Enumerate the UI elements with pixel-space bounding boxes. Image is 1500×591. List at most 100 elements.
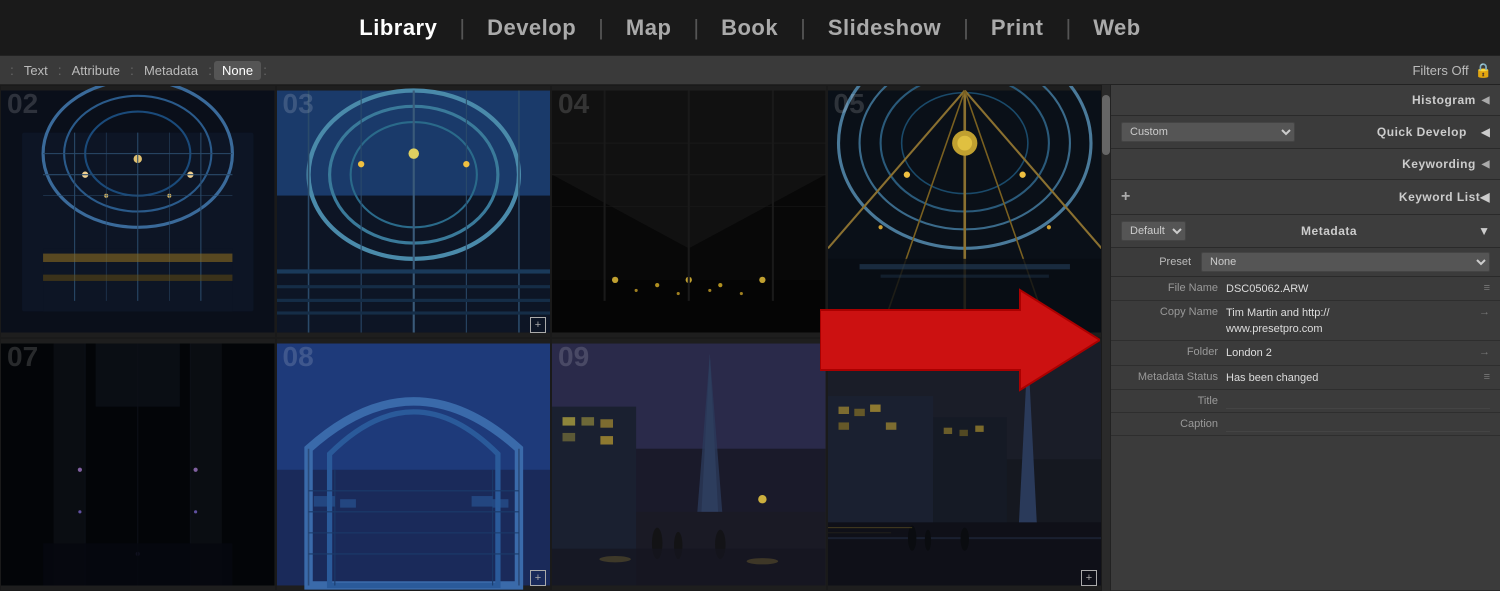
metadata-header-left: Default xyxy=(1121,221,1186,241)
add-to-stack-icon-10[interactable]: + xyxy=(1081,570,1097,586)
grid-cell-04[interactable]: 04 xyxy=(551,85,827,338)
nav-book[interactable]: Book xyxy=(699,15,800,41)
grid-cell-02[interactable]: 02 xyxy=(0,85,276,338)
quick-develop-row: Custom Quick Develop ◀ xyxy=(1111,116,1500,148)
cell-number-04: 04 xyxy=(558,90,589,118)
filter-div-3: : xyxy=(130,62,134,78)
photo-03 xyxy=(277,86,551,337)
cell-number-07: 07 xyxy=(7,343,38,371)
preset-select[interactable]: None xyxy=(1201,252,1490,272)
cell-number-08: 08 xyxy=(283,343,314,371)
add-to-stack-icon-03[interactable]: + xyxy=(530,317,546,333)
cell-number-02: 02 xyxy=(7,90,38,118)
filter-text[interactable]: Text xyxy=(16,61,56,80)
photo-07 xyxy=(1,339,275,590)
keywording-label: Keywording xyxy=(1402,157,1476,171)
filter-none[interactable]: None xyxy=(214,61,261,80)
folder-icon[interactable]: → xyxy=(1479,344,1490,358)
caption-label: Caption xyxy=(1121,416,1226,430)
histogram-header[interactable]: Histogram ◀ xyxy=(1111,85,1500,115)
title-value[interactable] xyxy=(1226,393,1490,409)
filter-attribute[interactable]: Attribute xyxy=(64,61,128,80)
metadata-status-icon[interactable]: ≡ xyxy=(1484,369,1490,383)
photo-grid: 02 xyxy=(0,85,1102,591)
nav-print[interactable]: Print xyxy=(969,15,1066,41)
nav-slideshow[interactable]: Slideshow xyxy=(806,15,963,41)
quick-develop-preset-select[interactable]: Custom xyxy=(1121,122,1295,142)
keywording-triangle: ◀ xyxy=(1482,159,1490,170)
caption-row: Caption xyxy=(1111,413,1500,436)
metadata-section: Default Metadata ▼ Preset None File Name… xyxy=(1111,215,1500,591)
filter-div-4: : xyxy=(208,62,212,78)
keywording-section: Keywording ◀ xyxy=(1111,149,1500,180)
nav-library[interactable]: Library xyxy=(337,15,459,41)
nav-map[interactable]: Map xyxy=(604,15,694,41)
cell-number-05: 05 xyxy=(834,90,865,118)
right-panel: Histogram ◀ Custom Quick Develop ◀ Keywo… xyxy=(1110,85,1500,591)
histogram-section: Histogram ◀ xyxy=(1111,85,1500,116)
metadata-label: Metadata xyxy=(1301,224,1357,238)
filters-off: Filters Off 🔒 xyxy=(1412,62,1492,79)
filename-row: File Name DSC05062.ARW ≡ xyxy=(1111,277,1500,301)
copyname-value: Tim Martin and http:// www.presetpro.com xyxy=(1226,304,1475,337)
grid-row-1: 02 xyxy=(0,85,1102,338)
grid-cell-05[interactable]: 05 xyxy=(827,85,1103,338)
metadata-triangle: ▼ xyxy=(1478,224,1490,238)
grid-scrollbar[interactable] xyxy=(1102,85,1110,591)
filter-bar: : Text : Attribute : Metadata : None : F… xyxy=(0,55,1500,85)
cell-number-03: 03 xyxy=(283,90,314,118)
folder-label: Folder xyxy=(1121,344,1226,358)
keyword-list-section: + Keyword List ◀ xyxy=(1111,180,1500,215)
grid-cell-10[interactable]: 10 xyxy=(827,338,1103,591)
title-label: Title xyxy=(1121,393,1226,407)
filter-metadata[interactable]: Metadata xyxy=(136,61,206,80)
metadata-status-row: Metadata Status Has been changed ≡ xyxy=(1111,366,1500,390)
preset-row: Preset None xyxy=(1111,248,1500,277)
grid-row-2: 07 xyxy=(0,338,1102,591)
filter-div-5: : xyxy=(263,62,267,78)
keyword-list-label: Keyword List xyxy=(1399,190,1480,204)
grid-cell-07[interactable]: 07 xyxy=(0,338,276,591)
keyword-list-plus[interactable]: + xyxy=(1121,188,1131,206)
filename-label: File Name xyxy=(1121,280,1226,294)
filename-icon[interactable]: ≡ xyxy=(1484,280,1490,294)
cell-number-10: 10 xyxy=(834,343,865,371)
quick-develop-label: Quick Develop xyxy=(1303,125,1467,139)
cell-number-09: 09 xyxy=(558,343,589,371)
metadata-view-select[interactable]: Default xyxy=(1121,221,1186,241)
photo-02 xyxy=(1,86,275,337)
quick-develop-triangle: ◀ xyxy=(1481,125,1490,139)
scrollbar-thumb[interactable] xyxy=(1102,95,1110,155)
copyname-row: Copy Name Tim Martin and http:// www.pre… xyxy=(1111,301,1500,341)
copyname-label: Copy Name xyxy=(1121,304,1226,318)
grid-cell-09[interactable]: 09 xyxy=(551,338,827,591)
preset-field-label: Preset xyxy=(1121,256,1201,268)
keyword-list-header[interactable]: + Keyword List ◀ xyxy=(1111,180,1500,214)
folder-row: Folder London 2 → xyxy=(1111,341,1500,365)
folder-value: London 2 xyxy=(1226,344,1475,361)
caption-value[interactable] xyxy=(1226,416,1490,432)
nav-web[interactable]: Web xyxy=(1071,15,1163,41)
filename-value: DSC05062.ARW xyxy=(1226,280,1480,297)
metadata-status-value: Has been changed xyxy=(1226,369,1480,386)
photo-09 xyxy=(552,339,826,590)
nav-develop[interactable]: Develop xyxy=(465,15,598,41)
histogram-triangle: ◀ xyxy=(1482,95,1490,106)
histogram-label: Histogram xyxy=(1412,93,1476,107)
filter-div-1: : xyxy=(10,62,14,78)
quick-develop-section: Custom Quick Develop ◀ xyxy=(1111,116,1500,149)
main-wrapper: 02 xyxy=(0,85,1500,591)
top-navigation: Library | Develop | Map | Book | Slidesh… xyxy=(0,0,1500,55)
copyname-icon[interactable]: → xyxy=(1479,304,1490,318)
metadata-status-label: Metadata Status xyxy=(1121,369,1226,383)
photo-05 xyxy=(828,86,1102,337)
filters-off-label: Filters Off xyxy=(1412,63,1468,78)
filter-div-2: : xyxy=(58,62,62,78)
grid-cell-03[interactable]: 03 xyxy=(276,85,552,338)
grid-cell-08[interactable]: 08 xyxy=(276,338,552,591)
lock-icon[interactable]: 🔒 xyxy=(1475,62,1492,79)
add-to-stack-icon-08[interactable]: + xyxy=(530,570,546,586)
title-row: Title xyxy=(1111,390,1500,413)
keywording-header[interactable]: Keywording ◀ xyxy=(1111,149,1500,179)
keyword-list-triangle: ◀ xyxy=(1480,190,1490,204)
